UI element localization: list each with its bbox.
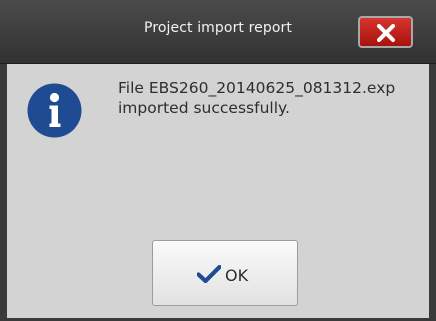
close-icon bbox=[377, 24, 395, 42]
checkmark-icon bbox=[197, 265, 221, 283]
info-icon bbox=[27, 83, 82, 138]
ok-button[interactable]: OK bbox=[152, 240, 298, 306]
import-report-dialog: Project import report File EBS260_201406… bbox=[0, 0, 436, 321]
close-button[interactable] bbox=[358, 16, 413, 48]
message-line-1: File EBS260_20140625_081312.exp bbox=[118, 79, 396, 97]
message-line-2: imported successfully. bbox=[118, 99, 290, 117]
ok-label: OK bbox=[225, 266, 249, 285]
import-message: File EBS260_20140625_081312.exp imported… bbox=[118, 78, 418, 118]
title-bar: Project import report bbox=[0, 0, 436, 64]
